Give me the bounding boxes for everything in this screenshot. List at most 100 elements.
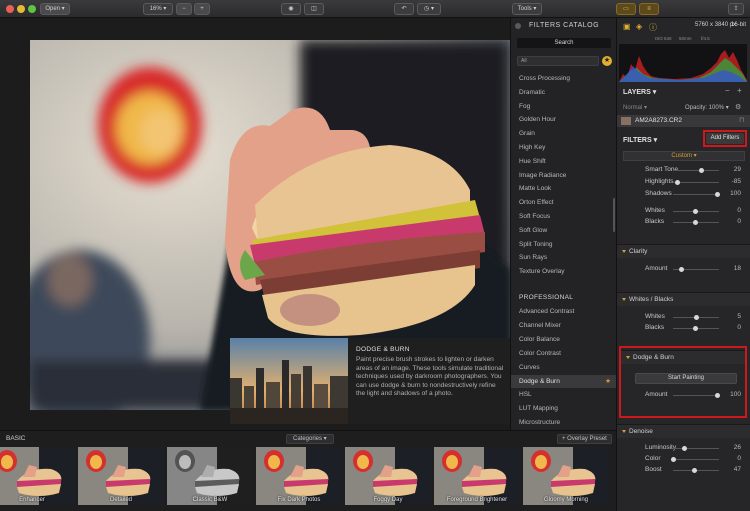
adjustment-slider[interactable] [673,446,719,451]
slider-knob[interactable] [693,326,698,331]
preset-thumbnail[interactable]: Enhancer [0,447,75,505]
preset-thumbnail[interactable]: Fix Dark Photos [256,447,342,505]
slider-knob[interactable] [674,180,680,185]
slider-knob[interactable] [691,468,697,473]
catalog-item[interactable]: HSL [511,388,617,401]
catalog-item[interactable]: High Key [511,141,617,154]
filters-title[interactable]: FILTERS ▾ [623,136,657,144]
slider-knob[interactable] [693,315,699,320]
catalog-item[interactable]: Grain [511,127,617,140]
image-icon[interactable]: ▣ [623,22,631,31]
favorite-star-icon[interactable]: ★ [605,375,611,388]
adjustment-slider[interactable] [673,220,719,225]
add-filters-button[interactable]: Add Filters [706,133,744,144]
catalog-item-label: LUT Mapping [519,405,558,413]
preset-label: Foreground Brightener [446,497,508,503]
catalog-item[interactable]: Cross Processing [511,72,617,85]
close-window-button[interactable] [6,5,14,13]
blend-mode-select[interactable]: Normal ▾ [623,104,647,111]
zoom-out-button[interactable]: − [176,3,192,15]
preset-thumbnail[interactable]: Classic B&W [167,447,253,505]
catalog-item[interactable]: Hue Shift [511,155,617,168]
undo-button[interactable]: ↶ [394,3,414,15]
catalog-item[interactable]: Texture Overlay [511,265,617,278]
catalog-item[interactable]: Sun Rays [511,251,617,264]
share-button[interactable]: ⇪ [728,3,744,15]
compare-button[interactable]: ◫ [304,3,324,15]
catalog-item[interactable]: Image Radiance [511,169,617,182]
catalog-item[interactable]: Soft Focus [511,210,617,223]
maximize-window-button[interactable] [28,5,36,13]
opacity-control[interactable]: Opacity: 100% ▾ [685,104,729,111]
slider-knob[interactable] [699,168,705,173]
tools-button[interactable]: Tools ▾ [512,3,542,15]
catalog-item[interactable]: Split Toning [511,238,617,251]
slider-knob[interactable] [671,457,676,462]
whites-blacks-title: Whites / Blacks [629,296,674,303]
favorites-icon[interactable]: ★ [602,56,612,66]
zoom-in-button[interactable]: + [194,3,210,15]
catalog-item[interactable]: Fog [511,100,617,113]
catalog-item[interactable]: Color Contrast [511,347,617,360]
slider-knob[interactable] [678,267,684,272]
remove-layer-icon[interactable]: − [725,86,730,95]
open-button[interactable]: Open ▾ [40,3,70,15]
slider-knob[interactable] [682,446,688,451]
denoise-section-header[interactable]: Denoise [617,424,750,438]
catalog-item[interactable]: Curves [511,361,617,374]
layers-stack-icon[interactable]: ◈ [636,22,642,31]
catalog-item[interactable]: Orton Effect [511,196,617,209]
adjustment-slider[interactable] [673,180,719,185]
whites-blacks-section-header[interactable]: Whites / Blacks [617,292,750,306]
preset-select[interactable]: Custom ▾ [623,151,745,161]
filters-catalog-toggle[interactable]: ▭ [616,3,636,15]
preset-thumbnail[interactable]: Gloomy Morning [523,447,609,505]
adjustment-slider[interactable] [673,315,719,320]
catalog-item[interactable]: LUT Mapping [511,402,617,415]
catalog-item[interactable]: Golden Hour [511,113,617,126]
catalog-scrollbar[interactable] [613,198,615,232]
info-icon[interactable]: ⓘ [649,22,657,33]
layer-row[interactable]: AM2A8273.CR2 ⊓ [617,115,750,127]
preset-thumbnail[interactable]: Detailed [78,447,164,505]
preset-thumbnail[interactable]: Foreground Brightener [434,447,520,505]
start-painting-button[interactable]: Start Painting [635,373,737,384]
preset-thumbnail[interactable]: Foggy Day [345,447,431,505]
catalog-item[interactable]: Matte Look [511,182,617,195]
overlay-preset-button[interactable]: + Overlay Preset [557,434,612,444]
layer-settings-gear-icon[interactable]: ⚙ [735,103,741,111]
minimize-window-button[interactable] [17,5,25,13]
clarity-section-header[interactable]: Clarity [617,244,750,258]
preview-eye-button[interactable]: ◉ [281,3,301,15]
catalog-item[interactable]: Color Balance [511,333,617,346]
catalog-search-button[interactable]: Search [517,38,611,48]
catalog-item[interactable]: Advanced Contrast [511,305,617,318]
zoom-select[interactable]: 16% ▾ [143,3,173,15]
adjustment-slider[interactable] [673,326,719,331]
slider-value: 18 [733,265,741,272]
catalog-item[interactable]: Microstructure [511,416,617,429]
catalog-item[interactable]: Channel Mixer [511,319,617,332]
history-button[interactable]: ◷ ▾ [417,3,441,15]
adjustments-toggle[interactable]: ≡ [639,3,659,15]
layer-lock-icon[interactable]: ⊓ [739,116,744,124]
layers-title-text: LAYERS [623,89,651,96]
catalog-item[interactable]: Dodge & Burn ★ [511,374,617,388]
adjustment-slider[interactable] [673,267,719,272]
catalog-item[interactable]: Soft Glow [511,224,617,237]
add-layer-icon[interactable]: + [737,86,742,95]
zoom-label: 16% [149,6,162,12]
layers-title[interactable]: LAYERS ▾ [623,88,656,96]
catalog-filter-select[interactable]: All [517,56,599,66]
dodge-burn-section-header[interactable]: Dodge & Burn [621,350,745,364]
adjustment-slider[interactable] [671,457,719,462]
adjustment-slider[interactable] [673,168,719,173]
catalog-item[interactable]: Dramatic [511,86,617,99]
adjustment-slider[interactable] [673,192,720,197]
adjustment-slider[interactable] [673,468,719,473]
categories-select[interactable]: Categories ▾ [286,434,334,444]
adjustment-slider[interactable] [673,209,719,214]
adjustment-slider[interactable] [673,393,720,398]
slider-knob[interactable] [693,220,698,225]
slider-knob[interactable] [693,209,698,214]
